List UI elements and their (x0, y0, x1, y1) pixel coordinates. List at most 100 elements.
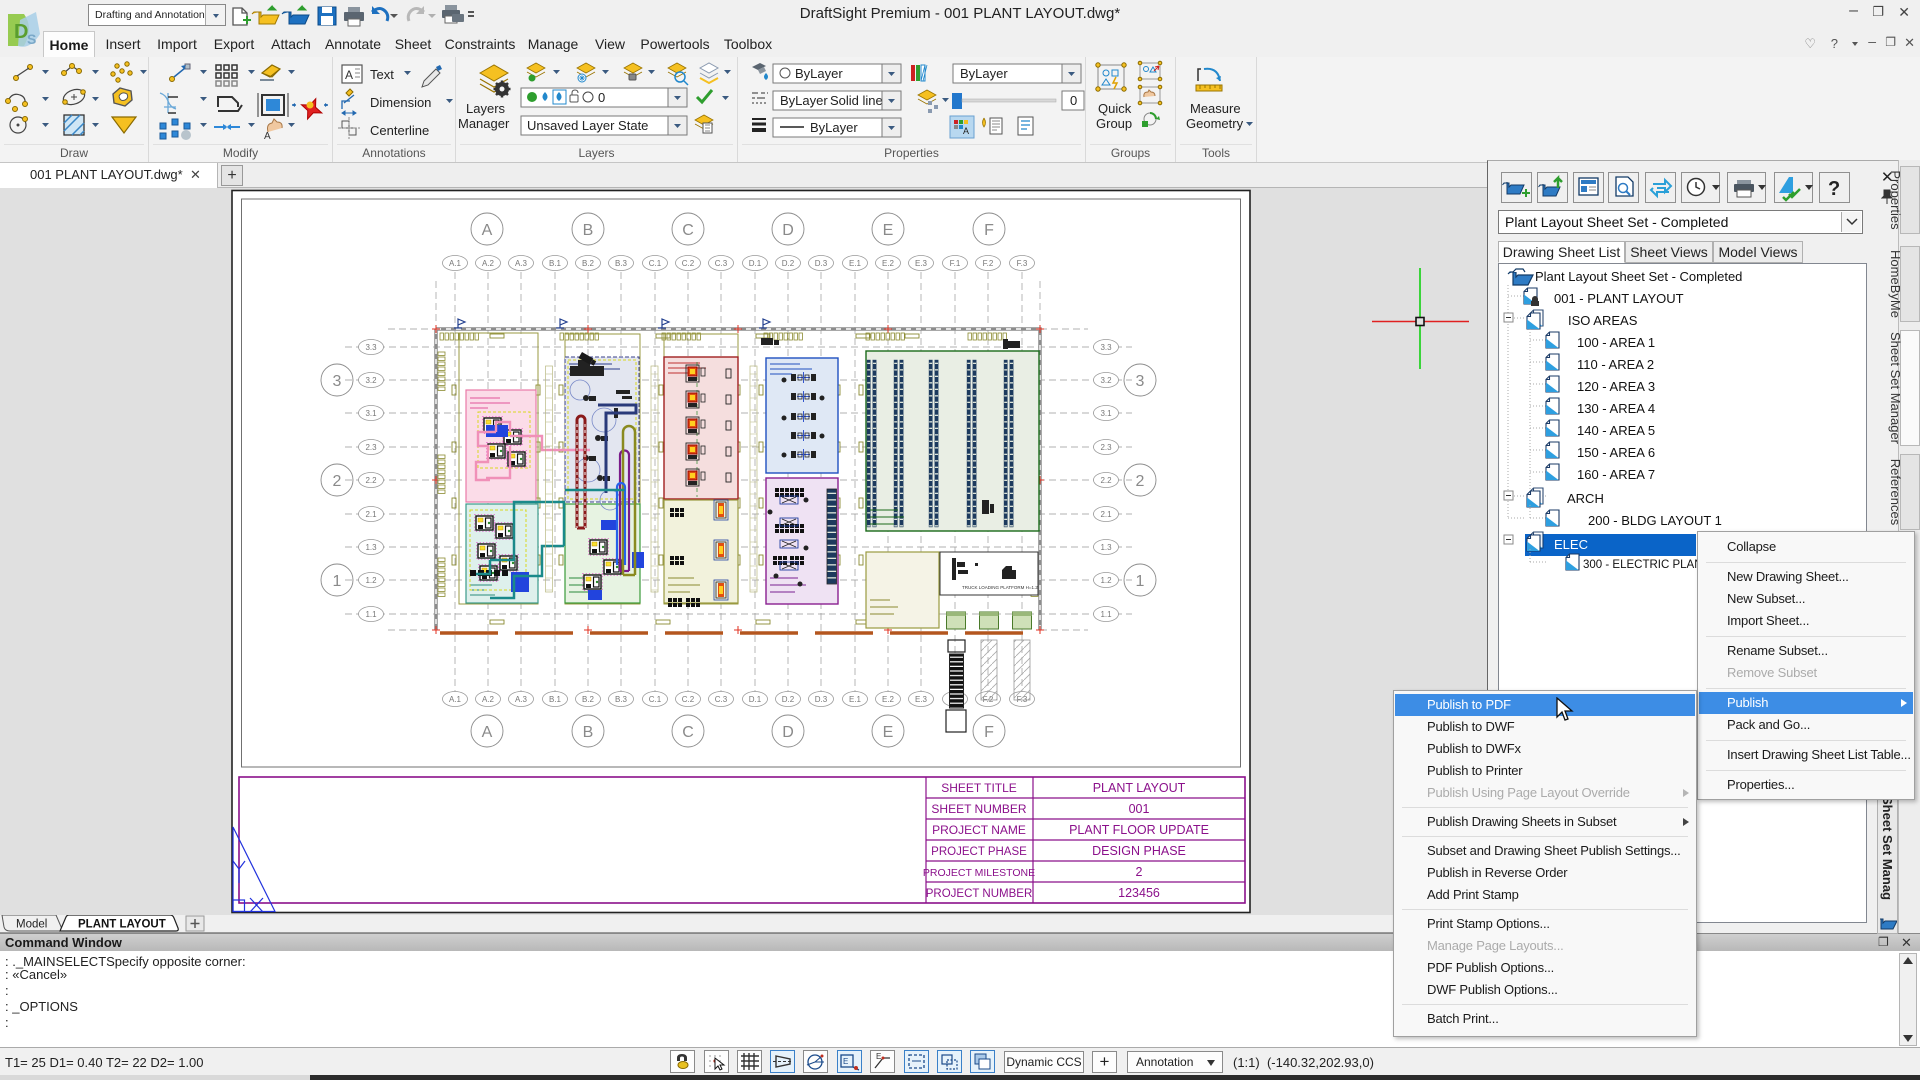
svg-text:3: 3 (1136, 373, 1145, 390)
svg-text:2.2: 2.2 (365, 476, 377, 485)
svg-text:A: A (345, 68, 353, 82)
svg-text:D.3: D.3 (815, 695, 828, 704)
svg-text:Layers: Layers (466, 101, 506, 116)
svg-text:TRUCK LOADING PLATFORM H=1.2: TRUCK LOADING PLATFORM H=1.2 (962, 585, 1038, 590)
svg-text:A: A (963, 126, 969, 136)
svg-text:D.2: D.2 (782, 259, 795, 268)
svg-text:1.2: 1.2 (1100, 576, 1112, 585)
svg-text:2.1: 2.1 (1100, 510, 1112, 519)
svg-text:A: A (482, 724, 493, 741)
svg-text:B.3: B.3 (615, 259, 628, 268)
svg-text:2: 2 (1136, 865, 1143, 879)
svg-text:3.1: 3.1 (365, 409, 377, 418)
svg-text:PLANT LAYOUT: PLANT LAYOUT (1093, 781, 1186, 795)
svg-text:1: 1 (1136, 573, 1145, 590)
svg-text:DESIGN PHASE: DESIGN PHASE (1092, 844, 1186, 858)
svg-text:B.2: B.2 (582, 695, 595, 704)
svg-text:Dimension: Dimension (370, 95, 431, 110)
svg-text:E.1: E.1 (849, 259, 862, 268)
svg-text:001: 001 (1129, 802, 1150, 816)
svg-text:B.2: B.2 (582, 259, 595, 268)
svg-text:D.3: D.3 (815, 259, 828, 268)
svg-text:Centerline: Centerline (370, 123, 429, 138)
svg-text:D.1: D.1 (749, 259, 762, 268)
svg-text:3.3: 3.3 (1100, 343, 1112, 352)
svg-text:C.2: C.2 (682, 259, 695, 268)
svg-text:3.2: 3.2 (1100, 376, 1112, 385)
svg-text:SHEET TITLE: SHEET TITLE (941, 781, 1017, 795)
svg-text:Manager: Manager (458, 116, 510, 131)
svg-text:A.2: A.2 (482, 259, 495, 268)
svg-text:C.1: C.1 (649, 695, 662, 704)
svg-text:D.1: D.1 (749, 695, 762, 704)
svg-text:Quick: Quick (1098, 101, 1132, 116)
svg-text:F.3: F.3 (1017, 259, 1028, 268)
svg-text:D: D (782, 222, 794, 239)
svg-text:F: F (984, 724, 994, 741)
svg-text:1.1: 1.1 (1100, 610, 1112, 619)
svg-text:2.1: 2.1 (365, 510, 377, 519)
svg-text:C.2: C.2 (682, 695, 695, 704)
svg-text:ByLayer: ByLayer (780, 93, 828, 108)
svg-text:PLANT LAYOUT: PLANT LAYOUT (78, 919, 166, 931)
svg-text:1.2: 1.2 (365, 576, 377, 585)
svg-text:123456: 123456 (1118, 886, 1160, 900)
svg-text:A.3: A.3 (515, 695, 528, 704)
svg-text:2.3: 2.3 (1100, 443, 1112, 452)
svg-text:1.3: 1.3 (1100, 543, 1112, 552)
svg-text:Measure: Measure (1190, 101, 1241, 116)
svg-text:E.3: E.3 (915, 259, 928, 268)
svg-text:E: E (876, 1052, 881, 1061)
svg-text:3.1: 3.1 (1100, 409, 1112, 418)
svg-text:E: E (883, 222, 894, 239)
svg-text:PLANT FLOOR UPDATE: PLANT FLOOR UPDATE (1069, 823, 1209, 837)
svg-text:2: 2 (333, 473, 342, 490)
svg-text:Model: Model (16, 919, 47, 931)
svg-text:2.3: 2.3 (365, 443, 377, 452)
svg-text:A.2: A.2 (482, 695, 495, 704)
svg-text:D: D (782, 724, 794, 741)
svg-text:A.3: A.3 (515, 259, 528, 268)
svg-text:1.1: 1.1 (365, 610, 377, 619)
svg-text:E.1: E.1 (849, 695, 862, 704)
svg-text:PROJECT MILESTONE: PROJECT MILESTONE (923, 867, 1035, 879)
svg-text:Solid line: Solid line (830, 93, 883, 108)
svg-text:A.1: A.1 (449, 259, 462, 268)
svg-text:0: 0 (1070, 93, 1077, 108)
svg-text:A.1: A.1 (449, 695, 462, 704)
svg-text:C.3: C.3 (715, 259, 728, 268)
svg-text:PROJECT PHASE: PROJECT PHASE (931, 846, 1027, 858)
svg-text:0: 0 (598, 90, 605, 105)
svg-text:A: A (264, 131, 271, 142)
svg-text:B.3: B.3 (615, 695, 628, 704)
svg-text:PROJECT NAME: PROJECT NAME (932, 823, 1026, 837)
svg-text:E.2: E.2 (882, 259, 895, 268)
svg-text:ByLayer: ByLayer (795, 66, 843, 81)
svg-text:3: 3 (333, 373, 342, 390)
svg-text:F.1: F.1 (950, 259, 961, 268)
svg-text:E.2: E.2 (882, 695, 895, 704)
svg-text:Group: Group (1096, 116, 1132, 131)
svg-text:B.1: B.1 (549, 695, 562, 704)
svg-text:S: S (27, 31, 36, 47)
svg-text:B.1: B.1 (549, 259, 562, 268)
svg-text:2.2: 2.2 (1100, 476, 1112, 485)
svg-text:SHEET NUMBER: SHEET NUMBER (931, 802, 1026, 816)
svg-text:Text: Text (370, 67, 394, 82)
svg-text:B: B (583, 724, 594, 741)
svg-text:1: 1 (333, 573, 342, 590)
svg-text:Geometry: Geometry (1186, 116, 1244, 131)
svg-text:C.1: C.1 (649, 259, 662, 268)
svg-text:F: F (984, 222, 994, 239)
svg-text:PROJECT NUMBER: PROJECT NUMBER (926, 888, 1033, 900)
svg-text:E.3: E.3 (915, 695, 928, 704)
svg-text:E: E (883, 724, 894, 741)
svg-text:A: A (482, 222, 493, 239)
svg-text:Unsaved Layer State: Unsaved Layer State (527, 118, 648, 133)
svg-text:?: ? (1828, 178, 1840, 200)
svg-text:ByLayer: ByLayer (810, 120, 858, 135)
svg-text:D.2: D.2 (782, 695, 795, 704)
svg-text:B: B (583, 222, 594, 239)
svg-text:3.3: 3.3 (365, 343, 377, 352)
svg-text:C: C (682, 222, 694, 239)
